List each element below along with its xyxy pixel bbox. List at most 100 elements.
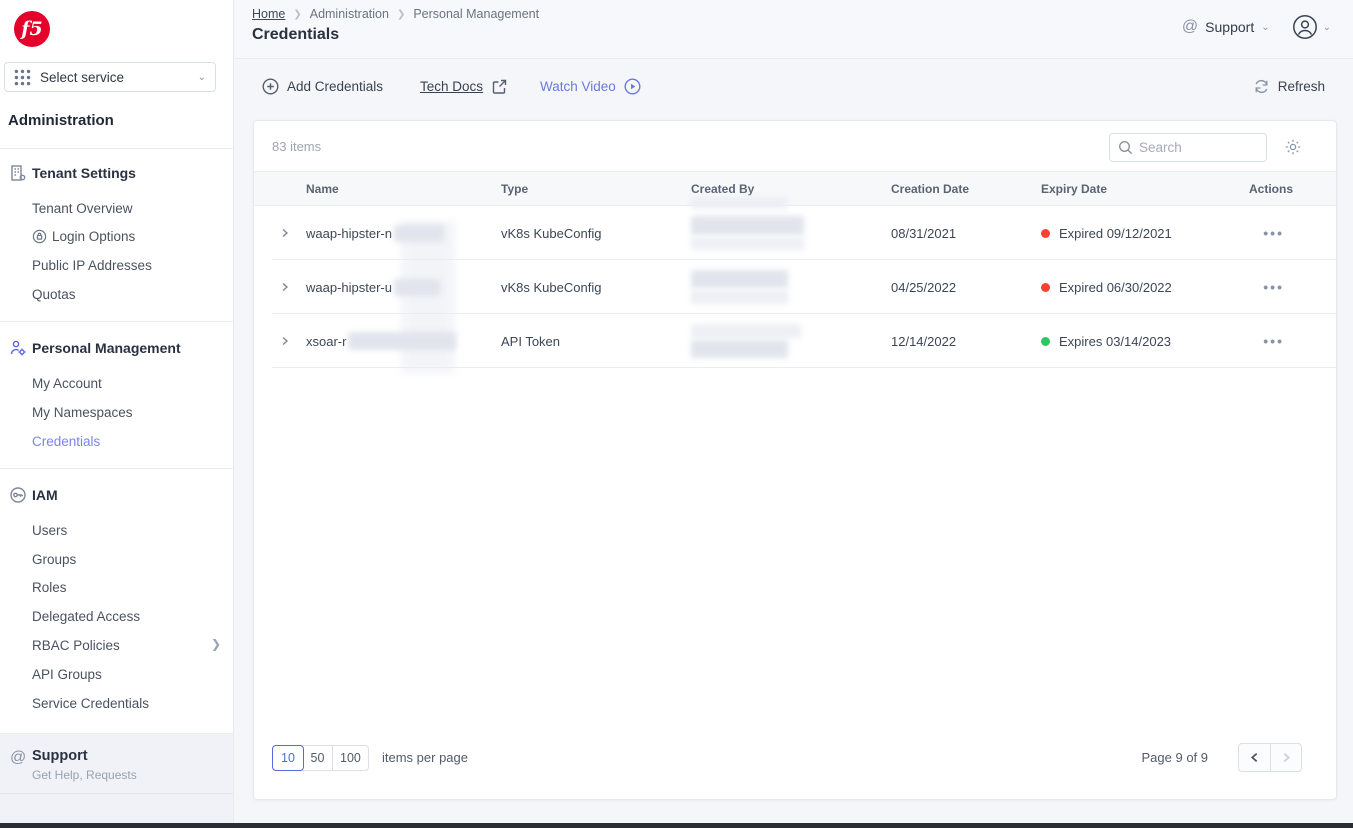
sidebar-item-login-options[interactable]: Login Options: [32, 229, 135, 244]
sidebar-item-credentials[interactable]: Credentials: [32, 434, 100, 449]
sidebar-item-quotas[interactable]: Quotas: [32, 287, 76, 302]
user-menu-button[interactable]: ⌄: [1292, 14, 1331, 40]
search-input[interactable]: [1139, 140, 1249, 155]
sidebar: f5 Select service ⌄ Administration Tenan…: [0, 0, 234, 828]
user-avatar-icon: [1292, 15, 1317, 39]
row-actions-menu-button[interactable]: •••: [1263, 279, 1284, 295]
refresh-label: Refresh: [1277, 79, 1325, 94]
credential-created-by: [691, 324, 891, 358]
sidebar-item-public-ip[interactable]: Public IP Addresses: [32, 258, 152, 273]
status-dot-expired: [1041, 228, 1050, 238]
redacted-block: [691, 324, 801, 338]
credential-name: xsoar-r: [306, 333, 347, 349]
status-dot-expired: [1041, 282, 1050, 292]
col-expiry-date[interactable]: Expiry Date: [1041, 182, 1249, 196]
sidebar-item-my-namespaces[interactable]: My Namespaces: [32, 405, 133, 420]
plus-circle-icon: [262, 78, 279, 95]
items-count: 83 items: [272, 139, 322, 154]
credentials-table-card: 83 items Name Type Created By Creation D…: [253, 120, 1337, 800]
col-created-by[interactable]: Created By: [691, 182, 891, 196]
row-actions-menu-button[interactable]: •••: [1263, 225, 1284, 241]
person-gear-icon: [10, 340, 26, 356]
redacted-block: [691, 290, 788, 304]
external-link-icon: [492, 79, 507, 94]
breadcrumb: Home ❯ Administration ❯ Personal Managem…: [252, 7, 539, 21]
next-page-button[interactable]: [1270, 744, 1301, 771]
sidebar-support-block[interactable]: @ Support Get Help, Requests: [0, 733, 233, 823]
breadcrumb-home[interactable]: Home: [252, 7, 285, 21]
credential-type: vK8s KubeConfig: [501, 225, 602, 241]
col-actions: Actions: [1249, 181, 1294, 196]
row-actions-menu-button[interactable]: •••: [1263, 333, 1284, 349]
status-dot-active: [1041, 336, 1050, 346]
f5-logo: f5: [14, 11, 50, 47]
col-creation-date[interactable]: Creation Date: [891, 182, 1041, 196]
page-size-50-button[interactable]: 50: [303, 746, 333, 770]
page-nav-group: [1238, 743, 1302, 772]
support-at-icon: @: [10, 749, 27, 766]
previous-page-button[interactable]: [1239, 744, 1270, 771]
breadcrumb-administration[interactable]: Administration: [310, 7, 389, 21]
table-row[interactable]: waap-hipster-n vK8s KubeConfig 08/31/202…: [254, 206, 1336, 260]
sidebar-item-rbac-policies[interactable]: RBAC Policies: [32, 638, 120, 653]
bottom-bar: [0, 823, 1353, 828]
section-iam[interactable]: IAM: [32, 487, 58, 503]
expiry-label: Expires 03/14/2023: [1059, 333, 1172, 349]
col-type[interactable]: Type: [501, 182, 691, 196]
add-credentials-label: Add Credentials: [287, 79, 384, 94]
col-name[interactable]: Name: [306, 182, 501, 196]
expand-chevron-icon[interactable]: [280, 282, 290, 292]
search-icon: [1118, 140, 1133, 155]
chevron-down-icon: ⌄: [197, 71, 206, 83]
redacted-block: [691, 340, 788, 358]
gear-icon[interactable]: [1284, 138, 1302, 156]
credential-expiry: Expires 03/14/2023: [1041, 334, 1249, 349]
redacted-block: [394, 224, 444, 242]
table-row[interactable]: xsoar-r API Token 12/14/2022 Expires 03/…: [254, 314, 1336, 368]
expand-chevron-icon[interactable]: [280, 228, 290, 238]
tech-docs-link[interactable]: Tech Docs: [420, 78, 508, 95]
breadcrumb-separator: ❯: [396, 8, 406, 20]
watch-video-link[interactable]: Watch Video: [540, 78, 641, 95]
search-box[interactable]: [1109, 133, 1267, 162]
sidebar-item-service-credentials[interactable]: Service Credentials: [32, 696, 149, 711]
page-info: Page 9 of 9: [1141, 750, 1209, 765]
refresh-button[interactable]: Refresh: [1253, 78, 1325, 95]
sidebar-item-tenant-overview[interactable]: Tenant Overview: [32, 201, 133, 216]
items-per-page-label: items per page: [382, 750, 468, 765]
credential-created-by: [691, 270, 891, 304]
credential-expiry: Expired 09/12/2021: [1041, 226, 1249, 241]
table-row[interactable]: waap-hipster-u vK8s KubeConfig 04/25/202…: [254, 260, 1336, 314]
support-at-icon: @: [1181, 18, 1199, 35]
credential-creation-date: 08/31/2021: [891, 225, 957, 241]
top-header: Home ❯ Administration ❯ Personal Managem…: [235, 0, 1353, 59]
breadcrumb-personal-management[interactable]: Personal Management: [413, 7, 539, 21]
support-menu-button[interactable]: @ Support ⌄: [1182, 18, 1270, 36]
redacted-block: [691, 216, 804, 235]
breadcrumb-separator: ❯: [293, 8, 302, 20]
page-size-100-button[interactable]: 100: [333, 746, 368, 770]
key-icon: [10, 487, 26, 503]
sidebar-item-delegated-access[interactable]: Delegated Access: [32, 609, 140, 624]
sidebar-item-my-account[interactable]: My Account: [32, 376, 102, 391]
section-tenant-settings[interactable]: Tenant Settings: [32, 165, 136, 181]
page-size-10-button[interactable]: 10: [272, 745, 304, 771]
page-title: Credentials: [252, 26, 340, 43]
support-menu-label: Support: [1205, 19, 1255, 35]
credential-created-by: [691, 216, 891, 250]
support-subtitle: Get Help, Requests: [32, 768, 137, 782]
credential-name: waap-hipster-u: [306, 279, 392, 295]
add-credentials-button[interactable]: Add Credentials: [262, 78, 383, 95]
sidebar-item-roles[interactable]: Roles: [32, 580, 67, 595]
service-selector[interactable]: Select service ⌄: [4, 62, 216, 92]
sidebar-item-users[interactable]: Users: [32, 523, 67, 538]
sidebar-item-groups[interactable]: Groups: [32, 552, 76, 567]
expand-chevron-icon[interactable]: [280, 336, 290, 346]
divider: [0, 148, 233, 149]
sidebar-item-api-groups[interactable]: API Groups: [32, 667, 102, 682]
section-personal-management[interactable]: Personal Management: [32, 340, 181, 356]
building-icon: [11, 165, 26, 181]
divider: [0, 468, 233, 469]
lock-icon: [32, 229, 47, 244]
credential-type: API Token: [501, 333, 561, 349]
